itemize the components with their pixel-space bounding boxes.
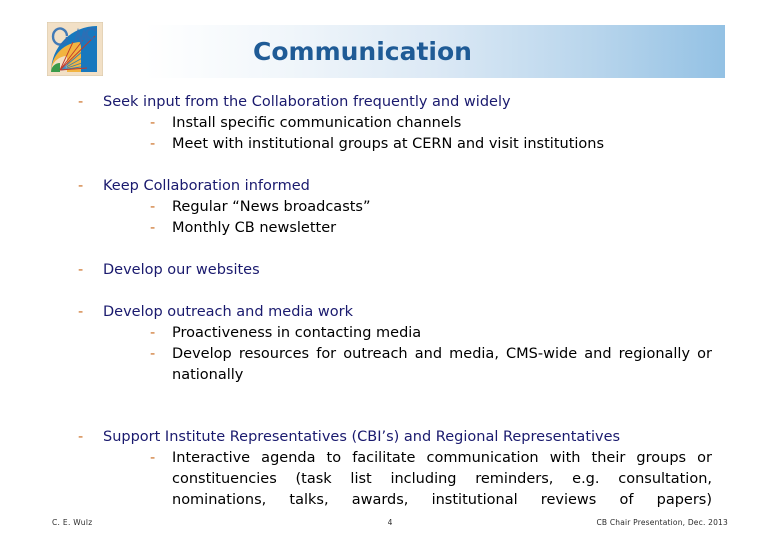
page-title: Communication <box>253 37 472 66</box>
bullet-level2: - Develop resources for outreach and med… <box>0 344 780 407</box>
bullet-dash-icon: - <box>78 429 84 445</box>
bullet-block: - Keep Collaboration informed - Regular … <box>0 176 780 239</box>
bullet-dash-icon: - <box>150 450 156 466</box>
bullet-dash-icon: - <box>150 346 156 362</box>
footer-presentation-label: CB Chair Presentation, Dec. 2013 <box>596 518 728 527</box>
bullet-level1-text: Keep Collaboration informed <box>103 178 310 194</box>
bullet-level2: - Install specific communication channel… <box>0 113 780 134</box>
bullet-dash-icon: - <box>150 115 156 131</box>
bullet-level1: - Support Institute Representatives (CBI… <box>0 427 780 448</box>
bullet-block: - Develop outreach and media work - Proa… <box>0 302 780 407</box>
bullet-block: - Develop our websites <box>0 260 780 281</box>
bullet-level2-text: Proactiveness in contacting media <box>172 325 422 341</box>
slide-header: Communication <box>0 0 780 90</box>
bullet-level2-text: Meet with institutional groups at CERN a… <box>172 136 605 152</box>
bullet-dash-icon: - <box>78 262 84 278</box>
bullet-level1-text: Develop outreach and media work <box>103 304 354 320</box>
bullet-level2: - Regular “News broadcasts” <box>0 197 780 218</box>
bullet-level2-text: Regular “News broadcasts” <box>172 199 371 215</box>
bullet-level1: - Keep Collaboration informed <box>0 176 780 197</box>
bullet-level1: - Develop outreach and media work <box>0 302 780 323</box>
bullet-dash-icon: - <box>78 94 84 110</box>
bullet-block: - Seek input from the Collaboration freq… <box>0 92 780 155</box>
bullet-level1-text: Support Institute Representatives (CBI’s… <box>103 429 621 445</box>
bullet-dash-icon: - <box>150 325 156 341</box>
bullet-level1-text: Seek input from the Collaboration freque… <box>103 94 511 110</box>
bullet-dash-icon: - <box>150 136 156 152</box>
bullet-level2-text: Install specific communication channels <box>172 115 462 131</box>
bullet-dash-icon: - <box>150 199 156 215</box>
bullet-level2-text: Monthly CB newsletter <box>172 220 337 236</box>
bullet-level2-text: Develop resources for outreach and media… <box>172 346 712 383</box>
bullet-dash-icon: - <box>78 304 84 320</box>
slide-body: - Seek input from the Collaboration freq… <box>0 92 780 508</box>
bullet-dash-icon: - <box>78 178 84 194</box>
slide-footer: C. E. Wulz 4 CB Chair Presentation, Dec.… <box>0 506 780 540</box>
bullet-dash-icon: - <box>150 220 156 236</box>
bullet-level2: - Proactiveness in contacting media <box>0 323 780 344</box>
bullet-level2: - Monthly CB newsletter <box>0 218 780 239</box>
bullet-level1-text: Develop our websites <box>103 262 260 278</box>
bullet-level1: - Develop our websites <box>0 260 780 281</box>
bullet-level1: - Seek input from the Collaboration freq… <box>0 92 780 113</box>
bullet-level2: - Meet with institutional groups at CERN… <box>0 134 780 155</box>
